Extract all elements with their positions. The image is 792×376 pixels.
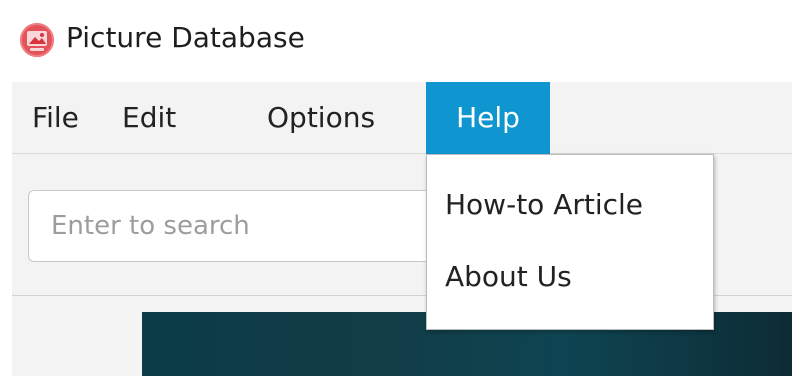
window-title: Picture Database [66,21,305,54]
title-bar: Picture Database [0,0,792,82]
menu-help[interactable]: Help [426,82,550,154]
picture-database-window: Picture Database File Edit Options Help … [0,0,792,376]
picture-app-icon [20,23,54,57]
help-menu-dropdown: How-to Article About Us [426,154,714,330]
menu-options[interactable]: Options [267,82,397,154]
menu-edit[interactable]: Edit [122,82,184,154]
search-input[interactable] [28,190,458,262]
menu-item-how-to-article[interactable]: How-to Article [427,169,713,241]
menu-bar: File Edit Options Help [12,82,792,154]
menu-file[interactable]: File [32,82,94,154]
menu-item-about-us[interactable]: About Us [427,241,713,313]
